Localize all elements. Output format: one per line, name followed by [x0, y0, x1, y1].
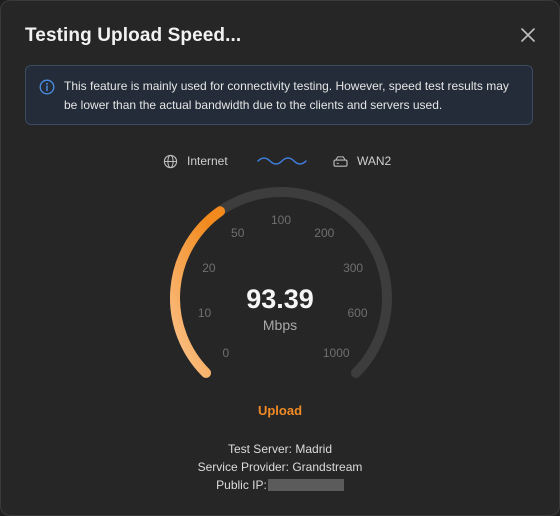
info-icon [39, 79, 55, 95]
speed-unit: Mbps [262, 317, 298, 333]
wave-icon [257, 157, 307, 165]
public-ip-row: Public IP: [1, 476, 559, 494]
info-notice: This feature is mainly used for connecti… [25, 65, 533, 125]
test-mode-label: Upload [257, 403, 303, 418]
source-label: Internet [187, 154, 228, 168]
speed-value: 93.39 [246, 284, 314, 314]
test-server-value: Madrid [295, 442, 333, 456]
test-server-row: Test Server: Madrid [1, 440, 559, 458]
close-icon[interactable] [519, 26, 537, 44]
speed-test-dialog: Testing Upload Speed... This feature is … [0, 0, 560, 516]
service-provider-label: Service Provider: [197, 460, 289, 474]
gauge-scale-label: 50 [231, 226, 245, 240]
gauge-scale-label: 100 [271, 213, 291, 227]
dialog-title: Testing Upload Speed... [25, 25, 242, 46]
connection-path: Internet WAN2 [1, 151, 559, 173]
globe-icon [163, 154, 178, 169]
router-icon [333, 156, 348, 167]
test-details: Test Server: Madrid Service Provider: Gr… [1, 440, 559, 494]
service-provider-row: Service Provider: Grandstream [1, 458, 559, 476]
gauge-scale-label: 20 [202, 261, 216, 275]
target-label: WAN2 [357, 154, 392, 168]
public-ip-redacted [267, 479, 344, 491]
gauge-scale-label: 200 [314, 226, 334, 240]
notice-text: This feature is mainly used for connecti… [64, 79, 509, 112]
test-server-label: Test Server: [227, 442, 292, 456]
gauge-scale-label: 0 [222, 346, 229, 360]
service-provider-value: Grandstream [292, 460, 363, 474]
gauge-scale-label: 1000 [323, 346, 350, 360]
gauge-scale-label: 300 [343, 261, 363, 275]
public-ip-label: Public IP: [216, 478, 267, 492]
